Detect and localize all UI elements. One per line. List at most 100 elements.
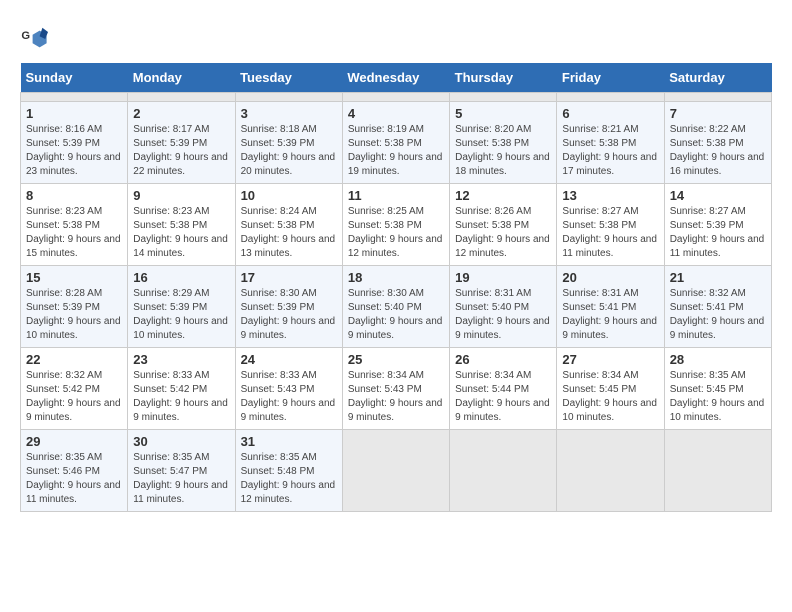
calendar-week-5: 22 Sunrise: 8:32 AM Sunset: 5:42 PM Dayli… [21, 348, 772, 430]
day-number: 12 [455, 188, 551, 203]
day-number: 15 [26, 270, 122, 285]
day-info: Sunrise: 8:32 AM Sunset: 5:42 PM Dayligh… [26, 369, 122, 425]
day-info: Sunrise: 8:22 AM Sunset: 5:38 PM Dayligh… [670, 123, 766, 179]
day-info: Sunrise: 8:33 AM Sunset: 5:43 PM Dayligh… [241, 369, 337, 425]
day-number: 16 [133, 270, 229, 285]
day-number: 1 [26, 106, 122, 121]
day-number: 5 [455, 106, 551, 121]
calendar-cell: 5Sunrise: 8:20 AM Sunset: 5:38 PM Daylig… [450, 102, 557, 184]
day-number: 26 [455, 352, 551, 367]
calendar-cell: 21 Sunrise: 8:32 AM Sunset: 5:41 PM Dayli… [664, 266, 771, 348]
day-number: 18 [348, 270, 444, 285]
day-number: 29 [26, 434, 122, 449]
column-header-sunday: Sunday [21, 63, 128, 93]
day-number: 21 [670, 270, 766, 285]
day-number: 30 [133, 434, 229, 449]
day-info: Sunrise: 8:34 AM Sunset: 5:44 PM Dayligh… [455, 369, 551, 425]
day-info: Sunrise: 8:34 AM Sunset: 5:43 PM Dayligh… [348, 369, 444, 425]
calendar-cell [450, 430, 557, 512]
day-info: Sunrise: 8:35 AM Sunset: 5:47 PM Dayligh… [133, 451, 229, 507]
day-info: Sunrise: 8:35 AM Sunset: 5:45 PM Dayligh… [670, 369, 766, 425]
day-number: 6 [562, 106, 658, 121]
day-number: 2 [133, 106, 229, 121]
calendar-cell: 18 Sunrise: 8:30 AM Sunset: 5:40 PM Dayli… [342, 266, 449, 348]
day-number: 7 [670, 106, 766, 121]
day-number: 4 [348, 106, 444, 121]
day-number: 25 [348, 352, 444, 367]
day-info: Sunrise: 8:26 AM Sunset: 5:38 PM Dayligh… [455, 205, 551, 261]
calendar-cell: 16 Sunrise: 8:29 AM Sunset: 5:39 PM Dayli… [128, 266, 235, 348]
calendar-cell: 4Sunrise: 8:19 AM Sunset: 5:38 PM Daylig… [342, 102, 449, 184]
calendar-table: SundayMondayTuesdayWednesdayThursdayFrid… [20, 63, 772, 512]
calendar-week-4: 15 Sunrise: 8:28 AM Sunset: 5:39 PM Dayli… [21, 266, 772, 348]
day-info: Sunrise: 8:27 AM Sunset: 5:39 PM Dayligh… [670, 205, 766, 261]
calendar-cell [450, 93, 557, 102]
day-info: Sunrise: 8:29 AM Sunset: 5:39 PM Dayligh… [133, 287, 229, 343]
calendar-header-row: SundayMondayTuesdayWednesdayThursdayFrid… [21, 63, 772, 93]
day-info: Sunrise: 8:18 AM Sunset: 5:39 PM Dayligh… [241, 123, 337, 179]
column-header-wednesday: Wednesday [342, 63, 449, 93]
calendar-week-3: 8Sunrise: 8:23 AM Sunset: 5:38 PM Daylig… [21, 184, 772, 266]
day-number: 19 [455, 270, 551, 285]
calendar-cell: 22 Sunrise: 8:32 AM Sunset: 5:42 PM Dayli… [21, 348, 128, 430]
day-info: Sunrise: 8:35 AM Sunset: 5:46 PM Dayligh… [26, 451, 122, 507]
calendar-cell: 9Sunrise: 8:23 AM Sunset: 5:38 PM Daylig… [128, 184, 235, 266]
calendar-cell [342, 93, 449, 102]
day-number: 11 [348, 188, 444, 203]
calendar-cell: 28 Sunrise: 8:35 AM Sunset: 5:45 PM Dayli… [664, 348, 771, 430]
calendar-cell: 15 Sunrise: 8:28 AM Sunset: 5:39 PM Dayli… [21, 266, 128, 348]
day-number: 13 [562, 188, 658, 203]
calendar-cell: 11 Sunrise: 8:25 AM Sunset: 5:38 PM Dayli… [342, 184, 449, 266]
calendar-cell: 31 Sunrise: 8:35 AM Sunset: 5:48 PM Dayli… [235, 430, 342, 512]
calendar-cell [21, 93, 128, 102]
calendar-cell: 26 Sunrise: 8:34 AM Sunset: 5:44 PM Dayli… [450, 348, 557, 430]
calendar-cell [342, 430, 449, 512]
calendar-cell: 20Sunrise: 8:31 AM Sunset: 5:41 PM Dayli… [557, 266, 664, 348]
day-info: Sunrise: 8:30 AM Sunset: 5:39 PM Dayligh… [241, 287, 337, 343]
calendar-cell: 23Sunrise: 8:33 AM Sunset: 5:42 PM Dayli… [128, 348, 235, 430]
day-info: Sunrise: 8:31 AM Sunset: 5:40 PM Dayligh… [455, 287, 551, 343]
calendar-cell: 6 Sunrise: 8:21 AM Sunset: 5:38 PM Daylig… [557, 102, 664, 184]
calendar-cell: 7 Sunrise: 8:22 AM Sunset: 5:38 PM Daylig… [664, 102, 771, 184]
calendar-cell: 12 Sunrise: 8:26 AM Sunset: 5:38 PM Dayli… [450, 184, 557, 266]
calendar-cell [235, 93, 342, 102]
day-number: 14 [670, 188, 766, 203]
day-info: Sunrise: 8:17 AM Sunset: 5:39 PM Dayligh… [133, 123, 229, 179]
calendar-cell [664, 430, 771, 512]
calendar-cell: 2 Sunrise: 8:17 AM Sunset: 5:39 PM Daylig… [128, 102, 235, 184]
day-number: 24 [241, 352, 337, 367]
calendar-cell: 10 Sunrise: 8:24 AM Sunset: 5:38 PM Dayli… [235, 184, 342, 266]
calendar-cell: 14 Sunrise: 8:27 AM Sunset: 5:39 PM Dayli… [664, 184, 771, 266]
day-info: Sunrise: 8:31 AM Sunset: 5:41 PM Dayligh… [562, 287, 658, 343]
calendar-cell: 19 Sunrise: 8:31 AM Sunset: 5:40 PM Dayli… [450, 266, 557, 348]
day-info: Sunrise: 8:28 AM Sunset: 5:39 PM Dayligh… [26, 287, 122, 343]
day-info: Sunrise: 8:27 AM Sunset: 5:38 PM Dayligh… [562, 205, 658, 261]
day-info: Sunrise: 8:33 AM Sunset: 5:42 PM Dayligh… [133, 369, 229, 425]
day-number: 31 [241, 434, 337, 449]
day-info: Sunrise: 8:32 AM Sunset: 5:41 PM Dayligh… [670, 287, 766, 343]
calendar-cell: 1Sunrise: 8:16 AM Sunset: 5:39 PM Daylig… [21, 102, 128, 184]
column-header-monday: Monday [128, 63, 235, 93]
day-number: 10 [241, 188, 337, 203]
calendar-cell: 24 Sunrise: 8:33 AM Sunset: 5:43 PM Dayli… [235, 348, 342, 430]
day-number: 3 [241, 106, 337, 121]
calendar-cell: 3 Sunrise: 8:18 AM Sunset: 5:39 PM Daylig… [235, 102, 342, 184]
calendar-cell: 25 Sunrise: 8:34 AM Sunset: 5:43 PM Dayli… [342, 348, 449, 430]
calendar-cell: 13 Sunrise: 8:27 AM Sunset: 5:38 PM Dayli… [557, 184, 664, 266]
calendar-cell [664, 93, 771, 102]
day-number: 8 [26, 188, 122, 203]
calendar-cell: 17Sunrise: 8:30 AM Sunset: 5:39 PM Dayli… [235, 266, 342, 348]
day-info: Sunrise: 8:24 AM Sunset: 5:38 PM Dayligh… [241, 205, 337, 261]
day-info: Sunrise: 8:30 AM Sunset: 5:40 PM Dayligh… [348, 287, 444, 343]
day-number: 28 [670, 352, 766, 367]
day-info: Sunrise: 8:35 AM Sunset: 5:48 PM Dayligh… [241, 451, 337, 507]
day-info: Sunrise: 8:34 AM Sunset: 5:45 PM Dayligh… [562, 369, 658, 425]
calendar-cell [557, 93, 664, 102]
day-info: Sunrise: 8:25 AM Sunset: 5:38 PM Dayligh… [348, 205, 444, 261]
day-number: 27 [562, 352, 658, 367]
day-number: 22 [26, 352, 122, 367]
page-header: G [20, 20, 772, 53]
column-header-tuesday: Tuesday [235, 63, 342, 93]
day-info: Sunrise: 8:21 AM Sunset: 5:38 PM Dayligh… [562, 123, 658, 179]
logo-icon: G [20, 25, 48, 53]
